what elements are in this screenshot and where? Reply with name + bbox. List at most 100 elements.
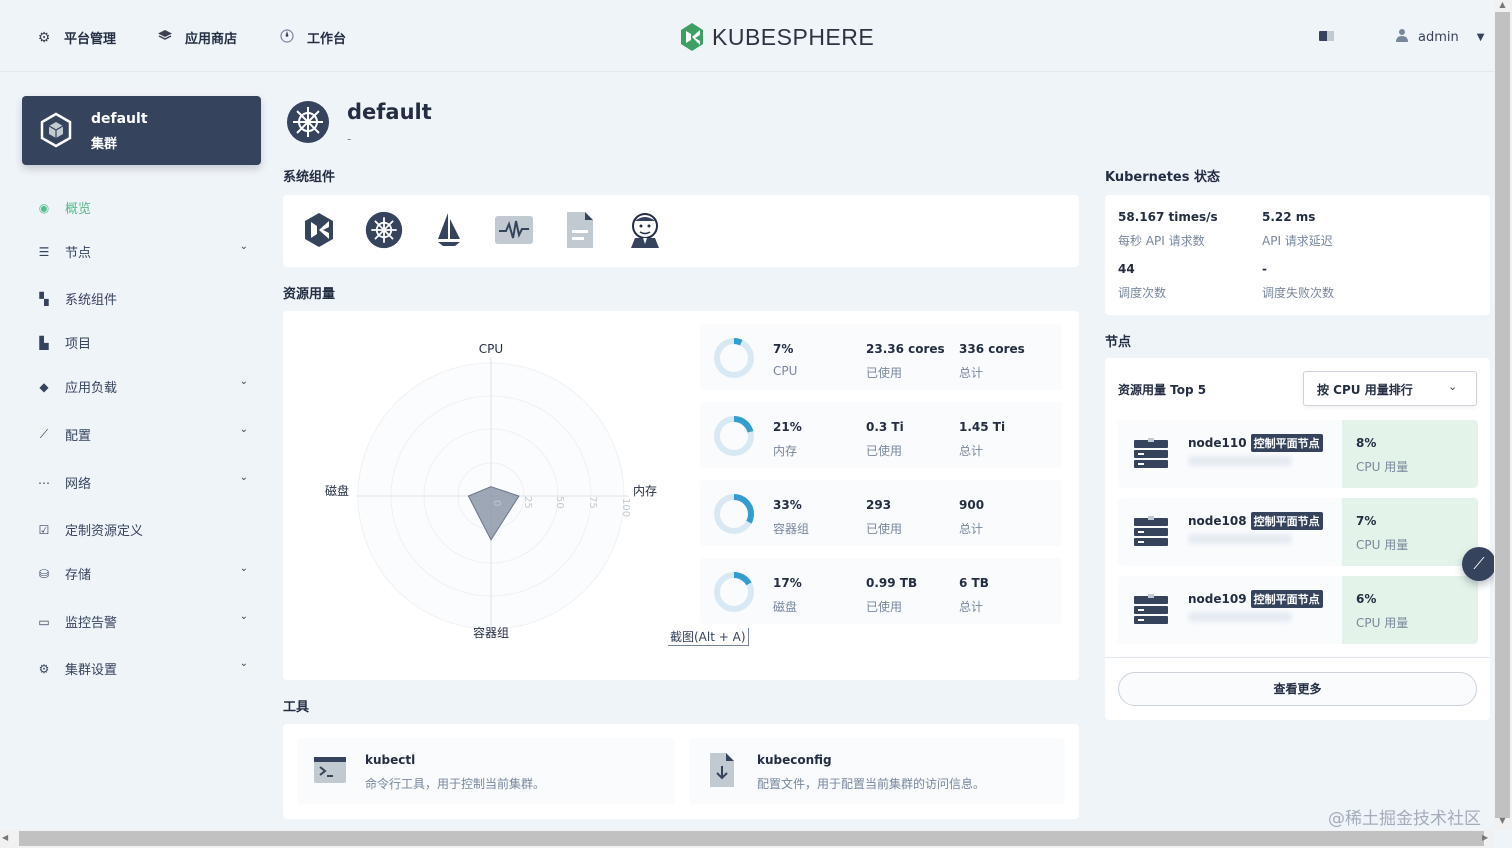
server-icon (1134, 438, 1168, 468)
sidebar-item-components[interactable]: ▚ 系统组件 (36, 289, 248, 309)
node-role-tag: 控制平面节点 (1250, 434, 1323, 452)
kubesphere-component-icon[interactable] (299, 210, 339, 250)
terminal-icon (314, 757, 346, 783)
chevron-down-icon: ⌄ (239, 611, 248, 622)
scroll-down-arrow-icon[interactable]: ▼ (1495, 816, 1510, 830)
toolbox-hammer-button[interactable]: ⟋ (1462, 547, 1496, 581)
horizontal-scrollbar[interactable]: ◀ ▶ (0, 830, 1494, 848)
radar-axis-label-cpu: CPU (479, 342, 503, 356)
user-menu[interactable]: admin ▼ (1396, 28, 1484, 46)
node-cpu-usage: 6% CPU 用量 (1342, 576, 1478, 644)
user-icon (1396, 28, 1408, 46)
tool-description: 配置文件，用于配置当前集群的访问信息。 (757, 777, 986, 791)
node-cpu-percent: 6% (1356, 592, 1377, 606)
sidebar-item-cluster-settings[interactable]: ⚙ 集群设置 ⌄ (36, 658, 248, 678)
nav-appstore[interactable]: 应用商店 (157, 28, 237, 47)
resource-name: 磁盘 (773, 600, 798, 614)
vertical-scroll-thumb[interactable] (1495, 12, 1510, 818)
sidebar-item-monitoring[interactable]: ▭ 监控告警 ⌄ (36, 611, 248, 631)
section-title-usage: 资源用量 (283, 287, 336, 302)
logging-component-icon[interactable] (560, 210, 600, 250)
sidebar-item-workloads[interactable]: ◆ 应用负载 ⌄ (36, 376, 248, 396)
project-icon: ▙ (39, 335, 49, 350)
pods-usage-ring (714, 494, 754, 534)
overview-icon: ◉ (38, 200, 50, 215)
resource-total-label: 总计 (959, 366, 984, 380)
node-name: node109 控制平面节点 (1188, 590, 1323, 608)
horizontal-scroll-thumb[interactable] (19, 831, 1484, 846)
node-ip-redacted (1188, 612, 1292, 622)
server-icon (1134, 516, 1168, 546)
sidebar-item-projects[interactable]: ▙ 项目 (36, 333, 248, 353)
sort-select[interactable]: 按 CPU 用量排行 ⌄ (1303, 371, 1477, 406)
sidebar-item-label: 系统组件 (65, 293, 118, 308)
nav-platform-label: 平台管理 (64, 32, 117, 47)
nav-platform[interactable]: ⚙ 平台管理 (36, 28, 117, 48)
crd-icon: ☑ (38, 522, 50, 537)
resource-percent: 7% (773, 342, 794, 356)
node-row[interactable]: node110 控制平面节点 8% CPU 用量 (1118, 420, 1478, 488)
chevron-down-icon: ⌄ (239, 563, 248, 574)
radar-tick: 25 (522, 496, 533, 509)
radar-axis-label-disk: 磁盘 (325, 483, 349, 498)
node-cpu-percent: 7% (1356, 514, 1377, 528)
node-name-text: node108 (1188, 514, 1247, 528)
cluster-name: default (91, 111, 148, 127)
kubernetes-component-icon[interactable] (364, 210, 404, 250)
nav-workbench[interactable]: 工作台 (279, 28, 346, 47)
sidebar-item-label: 网络 (65, 477, 92, 492)
caret-down-icon: ▼ (1476, 31, 1485, 43)
cpu-usage-ring (714, 338, 754, 378)
server-icon: ☰ (38, 244, 50, 259)
devops-jenkins-icon[interactable] (625, 210, 665, 250)
node-cpu-usage: 7% CPU 用量 (1342, 498, 1478, 566)
sidebar-item-label: 节点 (65, 246, 92, 261)
disk-usage-ring (714, 572, 754, 612)
resource-row-cpu: 7% CPU 23.36 cores 已使用 336 cores 总计 (700, 324, 1062, 390)
sidebar-item-label: 配置 (65, 429, 92, 444)
resource-percent: 33% (773, 498, 802, 512)
resource-percent: 17% (773, 576, 802, 590)
sidebar-item-label: 概览 (65, 202, 92, 217)
radar-axis-label-memory: 内存 (633, 484, 657, 498)
kubesphere-logo[interactable]: KUBESPHERE (678, 22, 874, 52)
tool-kubectl[interactable]: kubectl 命令行工具，用于控制当前集群。 (297, 738, 675, 804)
view-more-button[interactable]: 查看更多 (1118, 672, 1477, 706)
section-title-components: 系统组件 (283, 170, 336, 185)
resource-used-label: 已使用 (866, 444, 903, 458)
sidebar-item-config[interactable]: ⟋ 配置 ⌄ (36, 424, 248, 444)
sidebar-item-nodes[interactable]: ☰ 节点 ⌄ (36, 241, 248, 261)
gear-icon: ⚙ (37, 29, 51, 46)
vertical-scrollbar[interactable]: ▲ ▼ (1494, 0, 1512, 830)
sidebar-item-crd[interactable]: ☑ 定制资源定义 (36, 520, 248, 540)
api-latency-label: API 请求延迟 (1262, 234, 1333, 248)
sidebar-item-label: 定制资源定义 (65, 524, 144, 539)
notification-icon[interactable] (1319, 30, 1334, 42)
resource-total-label: 总计 (959, 522, 984, 536)
cluster-card[interactable]: default 集群 (22, 96, 261, 165)
node-cpu-label: CPU 用量 (1356, 460, 1409, 474)
api-rate-value: 58.167 times/s (1118, 210, 1218, 224)
schedule-fail-value: - (1262, 262, 1267, 276)
node-cpu-usage: 8% CPU 用量 (1342, 420, 1478, 488)
resource-name: 内存 (773, 444, 798, 458)
istio-component-icon[interactable] (429, 210, 469, 250)
sidebar-item-network[interactable]: ⋯ 网络 ⌄ (36, 472, 248, 492)
sidebar-item-overview[interactable]: ◉ 概览 (36, 198, 248, 218)
section-title-nodes: 节点 (1105, 335, 1132, 350)
node-name: node110 控制平面节点 (1188, 434, 1323, 452)
sidebar-item-storage[interactable]: ⛁ 存储 ⌄ (36, 563, 248, 583)
resource-total: 900 (959, 498, 985, 512)
sidebar-item-label: 项目 (65, 337, 92, 352)
section-title-k8s-status: Kubernetes 状态 (1105, 170, 1221, 185)
node-row[interactable]: node108 控制平面节点 7% CPU 用量 (1118, 498, 1478, 566)
cluster-icon (38, 112, 74, 151)
scroll-left-arrow-icon[interactable]: ◀ (2, 833, 8, 842)
node-role-tag: 控制平面节点 (1250, 590, 1323, 608)
node-cpu-percent: 8% (1356, 436, 1377, 450)
monitoring-component-icon[interactable] (494, 210, 534, 250)
tool-kubeconfig[interactable]: kubeconfig 配置文件，用于配置当前集群的访问信息。 (689, 738, 1065, 804)
node-row[interactable]: node109 控制平面节点 6% CPU 用量 (1118, 576, 1478, 644)
scroll-right-arrow-icon[interactable]: ▶ (1482, 833, 1488, 842)
cluster-type: 集群 (91, 137, 118, 152)
